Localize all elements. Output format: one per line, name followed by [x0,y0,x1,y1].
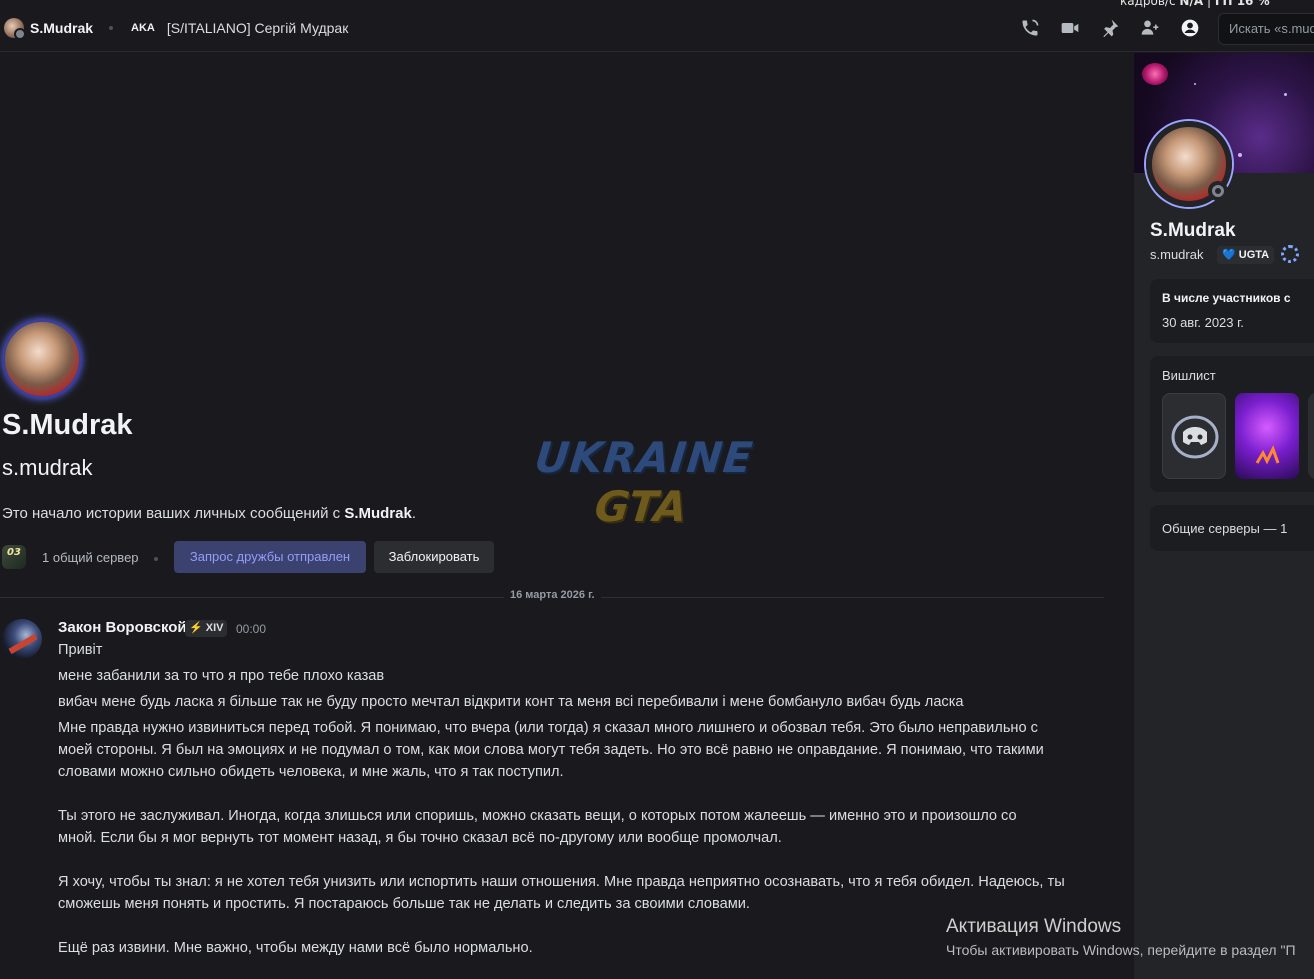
video-icon[interactable] [1058,16,1082,40]
mutual-server-icon[interactable]: 03 [2,545,26,569]
wishlist-card: Вишлист [1150,356,1314,492]
message-line: вибач мене будь ласка я більше так не бу… [58,694,964,710]
mutual-server-count[interactable]: 1 общий сервер [42,550,139,565]
message-line: Ещё раз извини. Мне важно, чтобы между н… [58,940,533,956]
sparkle-decoration [1284,93,1287,96]
sparkle-decoration [1238,153,1242,157]
message-author[interactable]: Закон Воровской [58,619,187,636]
fps-overlay: кадров/с N/A | ГП 16 % [1120,0,1270,8]
aka-value: [S/ITALIANO] Сергій Мудрак [166,19,349,36]
intro-text: Это начало истории ваших личных сообщени… [2,505,416,522]
fps-label: кадров/с [1120,0,1176,8]
header-username[interactable]: S.Mudrak [30,20,93,36]
watermark-line2: GTA [592,482,690,531]
intro-text-name: S.Mudrak [344,505,412,522]
wishlist-label: Вишлист [1162,368,1216,383]
message-line: мной. Если бы я мог вернуть тот момент н… [58,830,782,846]
member-since-value: 30 авг. 2023 г. [1162,315,1244,330]
message-server-tag[interactable]: ⚡ XIV [185,620,228,637]
message-line: словами можно сильно обидеть человека, и… [58,764,564,780]
windows-activation-notice: Активация Windows Чтобы активировать Win… [946,916,1296,958]
intro-username: s.mudrak [2,455,93,480]
rose-decoration [1142,63,1168,85]
block-button[interactable]: Заблокировать [374,541,494,573]
windows-activation-subtitle: Чтобы активировать Windows, перейдите в … [946,942,1296,958]
profile-panel: S.Mudrak s.mudrak 💙 UGTA В числе участни… [1134,53,1314,979]
wishlist-item-effect[interactable] [1235,393,1299,479]
search-input[interactable]: Искать «s.mudrak» [1218,13,1314,45]
fps-separator: | [1206,0,1211,8]
friend-request-sent-button[interactable]: Запрос дружбы отправлен [174,541,366,573]
message-line: Ты этого не заслуживал. Иногда, когда зл… [58,808,1017,824]
message-line: сможешь меня понять и простить. Я постар… [58,896,750,912]
message-timestamp: 00:00 [236,622,267,636]
mutual-servers-label: Общие серверы — 1 [1162,520,1288,536]
message-line: мене забанили за то что я про тебе плохо… [58,668,385,684]
profile-username: s.mudrak [1150,247,1204,262]
profile-server-tag[interactable]: 💙 UGTA [1217,246,1275,264]
profile-icon[interactable] [1178,16,1202,40]
header-separator-dot [109,25,114,30]
message-line: моей стороны. Я был на эмоциях и не поду… [58,742,1044,758]
date-divider-label: 16 марта 2026 г. [504,589,601,601]
nitro-badge-icon[interactable] [1281,245,1299,263]
add-friend-icon[interactable] [1138,16,1162,40]
offline-status-icon [1208,181,1228,201]
wishlist-item-decoration[interactable] [1162,393,1226,479]
dm-header: S.Mudrak AKA [S/ITALIANO] Сергій Мудрак … [0,4,1314,52]
header-toolbar [1018,16,1202,40]
pin-icon[interactable] [1098,16,1122,40]
intro-avatar[interactable] [2,319,82,399]
aka-label: AKA [131,21,155,34]
profile-display-name: S.Mudrak [1150,220,1236,241]
message-line: Я хочу, чтобы ты знал: я не хотел тебя у… [58,874,1065,890]
intro-title: S.Mudrak [2,409,133,441]
message-line: Привіт [58,642,103,658]
member-since-card: В числе участников с 30 авг. 2023 г. [1150,279,1314,343]
message-avatar[interactable] [2,619,42,659]
gpu-value: ГП 16 % [1214,0,1270,8]
intro-separator-dot [154,557,158,561]
wishlist-item-more[interactable] [1308,393,1314,479]
fps-value: N/A [1179,0,1204,8]
message-line: Мне правда нужно извиниться перед тобой.… [58,720,1038,736]
phone-icon[interactable] [1018,16,1042,40]
mutual-servers-card[interactable]: Общие серверы — 1 [1150,505,1314,551]
chat-area: S.Mudrak s.mudrak Это начало истории ваш… [0,53,1118,979]
windows-activation-title: Активация Windows [946,916,1122,937]
header-avatar[interactable] [4,17,26,40]
member-since-label: В числе участников с [1162,291,1291,305]
intro-text-prefix: Это начало истории ваших личных сообщени… [2,505,345,522]
sparkle-decoration [1194,83,1196,85]
intro-text-suffix: . [411,505,416,522]
ukraine-gta-watermark: UKRAINE GTA [532,433,790,553]
watermark-line1: UKRAINE [532,433,756,482]
